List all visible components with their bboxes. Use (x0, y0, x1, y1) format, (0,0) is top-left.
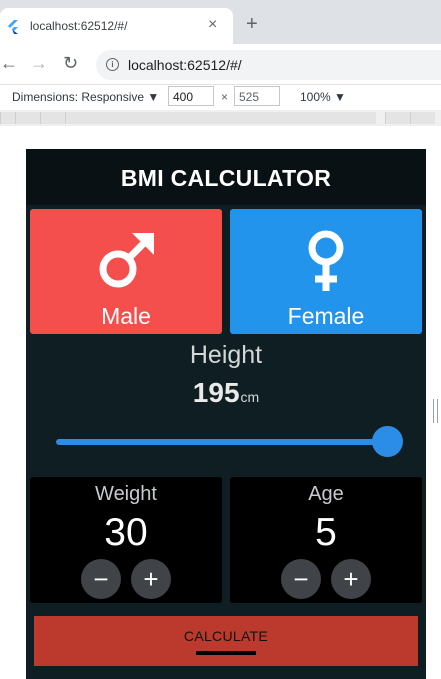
height-slider-thumb[interactable] (372, 426, 403, 457)
tab-strip: localhost:62512/#/ × + (0, 0, 441, 44)
viewport-width-input[interactable]: 400 (168, 86, 214, 106)
app-bar: BMI CALCULATOR (26, 149, 426, 205)
height-unit: cm (240, 389, 260, 405)
age-minus-button[interactable]: − (281, 559, 321, 599)
weight-minus-button[interactable]: − (81, 559, 121, 599)
info-icon[interactable]: i (106, 58, 119, 71)
height-label: Height (189, 341, 263, 369)
resize-handle[interactable] (433, 399, 438, 423)
height-readout: 195cm (26, 377, 426, 409)
flutter-icon (8, 20, 18, 34)
calculate-underline (196, 651, 256, 655)
tab-close-icon[interactable]: × (208, 16, 217, 34)
calculate-label: CALCULATE (183, 628, 269, 644)
height-slider-track[interactable] (56, 439, 388, 445)
dimension-separator: × (221, 90, 229, 104)
male-label: Male (101, 303, 151, 329)
browser-toolbar: ← → ↻ i localhost:62512/#/ (0, 44, 441, 84)
calculate-button[interactable]: CALCULATE (34, 616, 418, 666)
age-label: Age (308, 483, 344, 505)
female-label: Female (287, 303, 365, 329)
female-symbol-icon (308, 230, 344, 291)
viewport-height-input[interactable]: 525 (234, 86, 280, 106)
weight-label: Weight (95, 483, 157, 505)
age-value: 5 (315, 511, 337, 554)
female-card[interactable]: Female (230, 209, 422, 334)
url-text[interactable]: localhost:62512/#/ (128, 57, 242, 73)
reload-icon[interactable]: ↻ (63, 52, 78, 74)
weight-card: Weight 30 − + (30, 477, 222, 603)
ruler-segment[interactable] (15, 112, 40, 124)
male-card[interactable]: Male (30, 209, 222, 334)
male-symbol-icon (99, 233, 154, 288)
bmi-app: BMI CALCULATOR Male Female Height 195cm … (26, 149, 426, 679)
age-card: Age 5 − + (230, 477, 422, 603)
forward-arrow-icon[interactable]: → (30, 52, 48, 74)
address-bar[interactable]: i localhost:62512/#/ (96, 50, 441, 80)
weight-value: 30 (104, 511, 148, 554)
ruler-segment[interactable] (385, 112, 410, 124)
ruler-segment[interactable] (410, 112, 435, 124)
ruler-segment[interactable] (65, 112, 376, 124)
ruler-segment[interactable] (0, 112, 15, 124)
weight-plus-button[interactable]: + (131, 559, 171, 599)
zoom-dropdown[interactable]: 100% ▼ (300, 90, 346, 104)
devtools-device-toolbar: Dimensions: Responsive ▼ 400 × 525 100% … (0, 84, 441, 111)
tab-title: localhost:62512/#/ (30, 19, 128, 33)
ruler-segment[interactable] (40, 112, 65, 124)
back-arrow-icon[interactable]: ← (0, 52, 18, 74)
media-query-ruler[interactable] (0, 110, 441, 126)
height-value: 195 (192, 377, 240, 408)
age-plus-button[interactable]: + (331, 559, 371, 599)
dimensions-dropdown[interactable]: Dimensions: Responsive ▼ (12, 90, 159, 104)
browser-tab[interactable]: localhost:62512/#/ × (0, 8, 233, 44)
app-title: BMI CALCULATOR (120, 165, 332, 191)
new-tab-button[interactable]: + (246, 14, 258, 34)
